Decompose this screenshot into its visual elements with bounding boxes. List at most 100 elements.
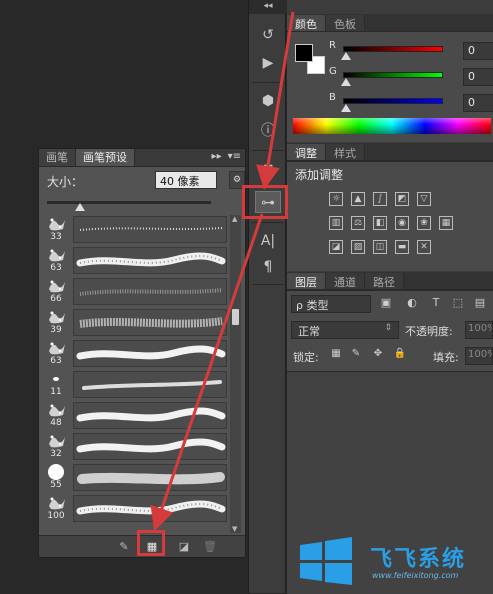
- brush-preset-item[interactable]: 63: [43, 339, 229, 369]
- channel-slider-thumb[interactable]: [341, 52, 351, 60]
- brush-preset-item[interactable]: 48: [43, 401, 229, 431]
- tab-paths[interactable]: 路径: [365, 273, 404, 289]
- tab-styles[interactable]: 样式: [326, 144, 365, 160]
- brush-preset-list: 33 63 66 39 63 11 48 32 55 100: [43, 215, 229, 533]
- brush-stroke-preview: [73, 216, 227, 243]
- channel-slider-thumb[interactable]: [341, 78, 351, 86]
- channel-slider-track[interactable]: [343, 98, 443, 104]
- size-slider-thumb[interactable]: [74, 203, 85, 211]
- brush-tip-icon: [45, 339, 67, 357]
- adjust-panel-tabbar: 调整 样式: [287, 143, 493, 161]
- brush-size-label: 33: [50, 232, 62, 242]
- channel-label: R: [329, 40, 336, 51]
- brush-size-label: 11: [50, 387, 62, 397]
- selective-color-icon[interactable]: ✕: [417, 240, 431, 254]
- tab-brush-presets[interactable]: 画笔预设: [76, 149, 135, 166]
- brush-preset-item[interactable]: 55: [43, 463, 229, 493]
- tab-color[interactable]: 颜色: [287, 15, 326, 31]
- pixel-filter-icon[interactable]: ▣: [379, 296, 393, 310]
- channel-slider-track[interactable]: [343, 72, 443, 78]
- color-panel-tabbar: 颜色 色板: [287, 14, 493, 32]
- levels-icon[interactable]: ▲: [351, 192, 365, 206]
- tab-layers[interactable]: 图层: [287, 273, 326, 289]
- opacity-input[interactable]: 100%: [465, 321, 493, 339]
- toggle-brush-panel-icon[interactable]: ✎: [117, 540, 131, 553]
- invert-icon[interactable]: ◪: [329, 240, 343, 254]
- gradient-map-icon[interactable]: ▬: [395, 240, 409, 254]
- color-balance-icon[interactable]: ⚖: [351, 216, 365, 230]
- curves-icon[interactable]: ∫: [373, 192, 387, 206]
- size-label: 大小：: [47, 175, 84, 189]
- shape-filter-icon[interactable]: ⬚: [451, 296, 465, 310]
- play-actions-icon[interactable]: ▶: [255, 52, 281, 74]
- brush-preset-item[interactable]: 11: [43, 370, 229, 400]
- trash-icon[interactable]: 🗑: [203, 540, 217, 553]
- brush-list-scrollbar[interactable]: ▲ ▼: [230, 215, 241, 533]
- size-slider-track[interactable]: [47, 201, 211, 204]
- brush-stroke-preview: [73, 309, 227, 336]
- tab-swatches[interactable]: 色板: [326, 15, 365, 31]
- new-brush-icon[interactable]: ◪: [177, 540, 191, 553]
- watermark-url: www.feifeixitong.com: [372, 571, 459, 580]
- lock-position-icon[interactable]: ✥: [371, 348, 385, 362]
- channel-mixer-icon[interactable]: ❀: [417, 216, 431, 230]
- brush-tip-icon: [45, 370, 67, 388]
- brush-tool-icon[interactable]: ♆: [255, 158, 281, 180]
- brightness-icon[interactable]: ☼: [329, 192, 343, 206]
- windows-logo-icon: [300, 537, 352, 585]
- threshold-icon[interactable]: ◫: [373, 240, 387, 254]
- history-icon[interactable]: ↺: [255, 24, 281, 46]
- lock-transparent-icon[interactable]: ▦: [329, 348, 343, 362]
- character-icon[interactable]: A|: [255, 230, 281, 252]
- layer-kind-filter[interactable]: ρ 类型: [291, 295, 371, 313]
- posterize-icon[interactable]: ▨: [351, 240, 365, 254]
- right-panels: 颜色 色板 R0G0B0 调整 样式 添加调整 ☼ ▲ ∫ ◩ ▽ ▥ ⚖ ◧ ◉ ❀ ▦ ◪ ▨ ◫ ▬ ✕…: [287, 0, 493, 594]
- adjustment-filter-icon[interactable]: ◐: [405, 296, 419, 310]
- brush-tip-icon: [45, 277, 67, 295]
- fill-input[interactable]: 100%: [465, 347, 493, 365]
- vibrance-icon[interactable]: ▽: [417, 192, 431, 206]
- channel-value-input[interactable]: 0: [463, 68, 493, 86]
- panel-collapse-icon[interactable]: ▸▸: [212, 149, 222, 166]
- color-lookup-icon[interactable]: ▦: [439, 216, 453, 230]
- tab-adjustments[interactable]: 调整: [287, 144, 326, 160]
- brush-preset-item[interactable]: 33: [43, 215, 229, 245]
- hue-saturation-icon[interactable]: ▥: [329, 216, 343, 230]
- create-preset-button-highlight: [137, 530, 165, 556]
- brush-preset-item[interactable]: 66: [43, 277, 229, 307]
- channel-slider-track[interactable]: [343, 46, 443, 52]
- tab-brush[interactable]: 画笔: [39, 149, 76, 166]
- color-channel-b: B0: [325, 92, 493, 114]
- info-icon[interactable]: ⓘ: [255, 120, 281, 142]
- blend-mode-select[interactable]: 正常 ⇕: [291, 321, 399, 339]
- black-white-icon[interactable]: ◧: [373, 216, 387, 230]
- dock-collapse-button[interactable]: ◂◂: [249, 0, 287, 14]
- brush-stroke-preview: [73, 433, 227, 460]
- size-input[interactable]: 40 像素: [155, 171, 217, 189]
- brush-preset-item[interactable]: 100: [43, 494, 229, 524]
- brush-preset-item[interactable]: 63: [43, 246, 229, 276]
- channel-slider-thumb[interactable]: [341, 104, 351, 112]
- type-filter-icon[interactable]: T: [429, 296, 443, 310]
- tab-channels[interactable]: 通道: [326, 273, 365, 289]
- brush-tip-icon: [45, 494, 67, 512]
- cube-3d-icon[interactable]: ⬢: [255, 90, 281, 112]
- brush-list-scroll-thumb[interactable]: [232, 309, 239, 325]
- panel-menu-icon[interactable]: ▾≡: [228, 149, 241, 166]
- smart-object-filter-icon[interactable]: ▤: [473, 296, 487, 310]
- exposure-icon[interactable]: ◩: [395, 192, 409, 206]
- brush-size-label: 63: [50, 263, 62, 273]
- brush-preset-item[interactable]: 32: [43, 432, 229, 462]
- brush-size-label: 32: [50, 449, 62, 459]
- lock-pixels-icon[interactable]: ✎: [349, 348, 363, 362]
- brush-preset-item[interactable]: 39: [43, 308, 229, 338]
- brush-stroke-preview: [73, 371, 227, 398]
- channel-value-input[interactable]: 0: [463, 42, 493, 60]
- paragraph-icon[interactable]: ¶: [255, 256, 281, 278]
- lock-all-icon[interactable]: 🔒: [393, 348, 407, 362]
- channel-value-input[interactable]: 0: [463, 94, 493, 112]
- foreground-color-swatch[interactable]: [295, 44, 313, 62]
- brush-tip-icon: [45, 401, 67, 419]
- photo-filter-icon[interactable]: ◉: [395, 216, 409, 230]
- blend-mode-value: 正常: [298, 325, 320, 338]
